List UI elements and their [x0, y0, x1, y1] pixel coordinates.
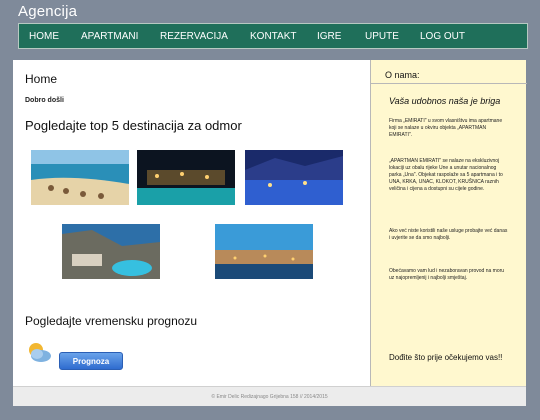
page-title: Home — [25, 72, 58, 86]
nav-log-out[interactable]: LOG OUT — [420, 31, 465, 42]
nav-upute[interactable]: UPUTE — [365, 31, 420, 42]
main-nav: HOME APARTMANI REZERVACIJA KONTAKT IGRE … — [18, 23, 528, 49]
about-heading: O nama: — [371, 70, 527, 84]
destination-image-harbor-town[interactable] — [215, 224, 313, 279]
about-paragraph: Ako već niste koristili naše usluge prob… — [389, 228, 508, 241]
brand-title: Agencija — [18, 3, 78, 20]
weather-heading: Pogledajte vremensku prognozu — [25, 314, 198, 328]
about-paragraph: Firma „EMIRATI" u svom vlasništvu ima ap… — [389, 118, 503, 138]
about-sidebar: O nama: Vaša udobnos naša je briga Firma… — [370, 60, 527, 386]
nav-igre[interactable]: IGRE — [317, 31, 365, 42]
welcome-text: Dobro došli — [25, 97, 64, 104]
forecast-button[interactable]: Prognoza — [59, 352, 123, 370]
about-slogan: Vaša udobnos naša je briga — [389, 96, 501, 106]
destination-image-beach[interactable] — [31, 150, 129, 205]
nav-kontakt[interactable]: KONTAKT — [250, 31, 317, 42]
main-content: Home Dobro došli Pogledajte top 5 destin… — [13, 60, 370, 386]
about-paragraph: „APARTMAN EMIRATI" se nalaze na ekskluzi… — [389, 158, 503, 192]
destinations-heading: Pogledajte top 5 destinacija za odmor — [25, 118, 242, 133]
nav-apartmani[interactable]: APARTMANI — [81, 31, 160, 42]
destination-image-night-resort[interactable] — [137, 150, 235, 205]
nav-home[interactable]: HOME — [29, 31, 81, 42]
about-paragraph: Obećavamo vam lud i nezaboravan provod n… — [389, 268, 505, 281]
nav-rezervacija[interactable]: REZERVACIJA — [160, 31, 250, 42]
destination-image-coast-pool[interactable] — [62, 224, 160, 279]
footer: © Emir Delic Redizajnago Grijebna 158 //… — [13, 386, 526, 406]
about-closing: Dođite što prije očekujemo vas!! — [389, 353, 503, 362]
weather-icon — [25, 340, 53, 364]
destination-image-blue-bay[interactable] — [245, 150, 343, 205]
